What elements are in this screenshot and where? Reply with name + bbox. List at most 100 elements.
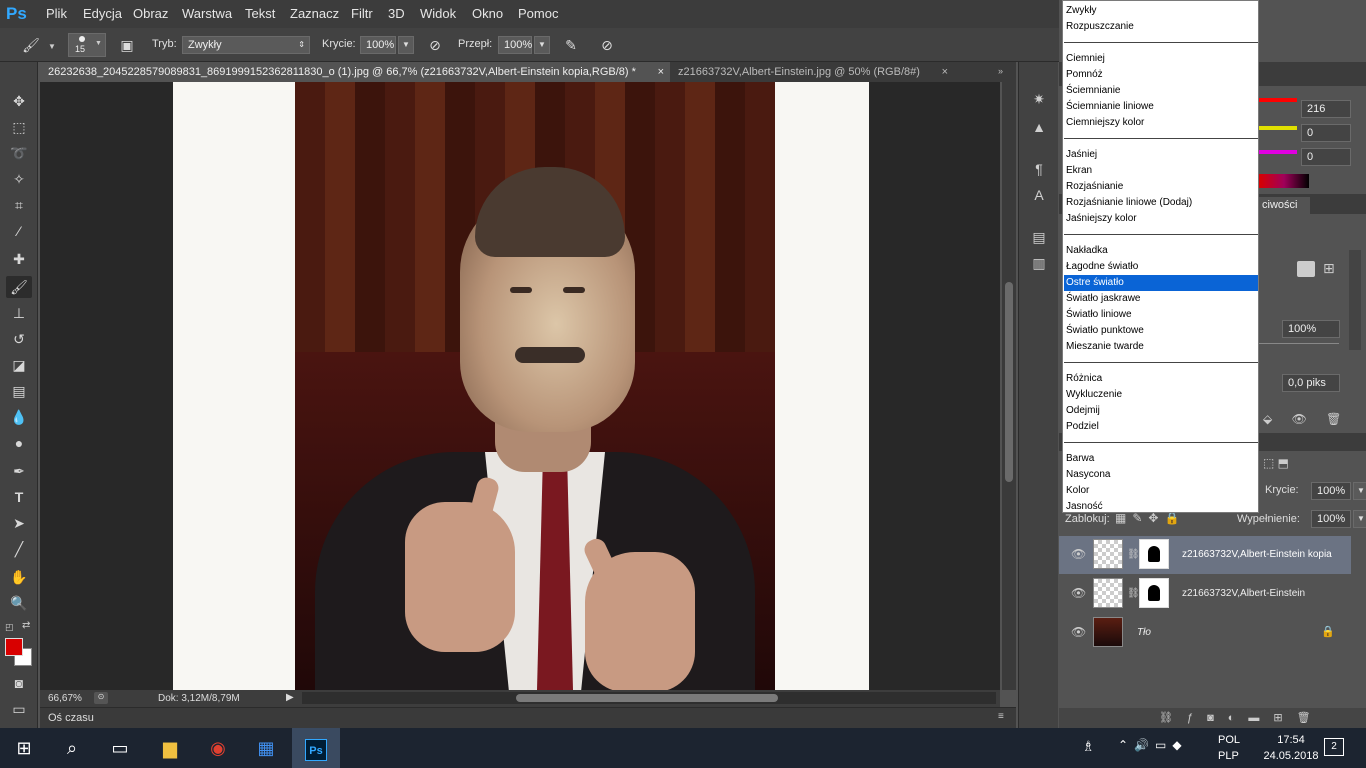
crop-tool-icon[interactable]: ⌗ <box>6 194 32 216</box>
task-view-icon[interactable]: ▭ <box>96 728 144 768</box>
blend-mode-option[interactable]: Rozpuszczanie <box>1064 19 1258 35</box>
blend-mode-option[interactable]: Barwa <box>1064 451 1258 467</box>
screen-mode-icon[interactable]: ▭ <box>6 698 32 720</box>
blend-mode-option[interactable]: Jasność <box>1064 499 1258 515</box>
navigator-icon[interactable]: ✷ <box>1028 88 1050 110</box>
density-slider[interactable] <box>1259 343 1339 344</box>
tab-document-2[interactable]: z21663732V,Albert-Einstein.jpg @ 50% (RG… <box>670 62 970 82</box>
menu-pomoc[interactable]: Pomoc <box>518 0 558 28</box>
vector-mask-icon[interactable]: ⊞ <box>1323 260 1335 277</box>
blend-mode-option[interactable]: Wykluczenie <box>1064 387 1258 403</box>
vertical-scrollbar[interactable] <box>1002 82 1016 690</box>
layer-name[interactable]: z21663732V,Albert-Einstein kopia <box>1182 549 1332 560</box>
input-language[interactable]: POL <box>1218 734 1240 746</box>
visibility-icon[interactable]: 👁 <box>1292 412 1307 426</box>
visibility-eye-icon[interactable]: 👁 <box>1071 626 1086 638</box>
menu-okno[interactable]: Okno <box>472 0 503 28</box>
green-value[interactable]: 0 <box>1301 124 1351 142</box>
swap-colors-icon[interactable]: ⇄ <box>22 620 30 631</box>
properties-scrollbar[interactable] <box>1349 250 1361 350</box>
blend-mode-option[interactable]: Nasycona <box>1064 467 1258 483</box>
timeline-label[interactable]: Oś czasu <box>48 712 94 724</box>
green-slider[interactable] <box>1259 126 1297 130</box>
move-tool-icon[interactable]: ✥ <box>6 90 32 112</box>
feather-value[interactable]: 0,0 piks <box>1282 374 1340 392</box>
zoom-level[interactable]: 66,67% <box>48 693 82 704</box>
search-icon[interactable]: ⌕ <box>48 728 96 768</box>
chrome-icon[interactable]: ◉ <box>194 728 242 768</box>
blend-mode-option[interactable]: Rozjaśnianie <box>1064 179 1258 195</box>
brush-panel-icon[interactable]: ▣ <box>116 34 138 56</box>
dodge-tool-icon[interactable]: ● <box>6 432 32 454</box>
close-icon[interactable]: × <box>942 62 948 82</box>
blend-mode-option[interactable]: Ściemnianie liniowe <box>1064 99 1258 115</box>
color-ramp[interactable] <box>1259 174 1309 188</box>
blend-mode-option[interactable]: Światło liniowe <box>1064 307 1258 323</box>
layer-name[interactable]: Tło <box>1137 627 1151 638</box>
pen-tool-icon[interactable]: ✒ <box>6 460 32 482</box>
status-menu-icon[interactable]: ⊙ <box>94 692 108 704</box>
photoshop-taskbar-icon[interactable]: Ps <box>292 728 340 768</box>
blend-mode-option[interactable]: Podziel <box>1064 419 1258 435</box>
layers-opacity-input[interactable]: 100% <box>1311 482 1351 500</box>
menu-edycja[interactable]: Edycja <box>83 0 122 28</box>
layer-name[interactable]: z21663732V,Albert-Einstein <box>1182 588 1305 599</box>
menu-widok[interactable]: Widok <box>420 0 456 28</box>
pixel-mask-icon[interactable] <box>1297 261 1315 277</box>
brush-tool-icon[interactable]: 🖌 <box>6 276 32 298</box>
blend-mode-option[interactable]: Kolor <box>1064 483 1258 499</box>
blend-mode-option[interactable]: Nakładka <box>1064 243 1258 259</box>
quick-mask-icon[interactable]: ◙ <box>6 672 32 694</box>
red-slider[interactable] <box>1259 98 1297 102</box>
blend-mode-option[interactable]: Pomnóż <box>1064 67 1258 83</box>
clock-time[interactable]: 17:54 <box>1266 734 1316 746</box>
layer-mask-thumbnail[interactable] <box>1139 539 1169 569</box>
clone-stamp-tool-icon[interactable]: ⊥ <box>6 302 32 324</box>
link-icon[interactable]: ⛓ <box>1127 588 1140 599</box>
file-explorer-icon[interactable]: ▆ <box>146 728 194 768</box>
brush-tool-preset-icon[interactable]: 🖌 <box>20 34 42 56</box>
flow-input[interactable]: 100% <box>498 36 532 54</box>
blend-mode-option[interactable]: Światło jaskrawe <box>1064 291 1258 307</box>
blend-mode-option[interactable]: Ostre światło <box>1064 275 1258 291</box>
opacity-input[interactable]: 100% <box>360 36 396 54</box>
gradient-tool-icon[interactable]: ▤ <box>6 380 32 402</box>
play-arrow-icon[interactable]: ▶ <box>286 692 294 703</box>
menu-warstwa[interactable]: Warstwa <box>182 0 232 28</box>
horizontal-scrollbar[interactable] <box>302 692 996 704</box>
keyboard-layout[interactable]: PLP <box>1218 750 1239 762</box>
marquee-tool-icon[interactable]: ⬚ <box>6 116 32 138</box>
store-icon[interactable]: ▦ <box>242 728 290 768</box>
menu-tekst[interactable]: Tekst <box>245 0 275 28</box>
foreground-color-swatch[interactable] <box>5 638 23 656</box>
eyedropper-tool-icon[interactable]: ⁄ <box>6 220 32 242</box>
tray-icons[interactable]: ⌃🔊▭◆ <box>1118 738 1188 752</box>
pressure-opacity-icon[interactable]: ⊘ <box>424 34 446 56</box>
people-icon[interactable]: ♗ <box>1082 738 1095 755</box>
clock-date[interactable]: 24.05.2018 <box>1256 750 1326 762</box>
paragraph-icon[interactable]: ¶ <box>1028 158 1050 180</box>
layers-opacity-dropdown[interactable]: ▼ <box>1353 482 1366 500</box>
blue-value[interactable]: 0 <box>1301 148 1351 166</box>
hand-tool-icon[interactable]: ✋ <box>6 566 32 588</box>
history-icon[interactable]: ▤ <box>1028 226 1050 248</box>
vertical-scroll-thumb[interactable] <box>1005 282 1013 482</box>
blend-mode-option[interactable]: Ciemniej <box>1064 51 1258 67</box>
tab-properties[interactable]: ciwości <box>1258 197 1310 214</box>
healing-brush-tool-icon[interactable]: ✚ <box>6 248 32 270</box>
histogram-icon[interactable]: ▲ <box>1028 116 1050 138</box>
blend-mode-option[interactable]: Zwykły <box>1064 3 1258 19</box>
blend-mode-option[interactable]: Odejmij <box>1064 403 1258 419</box>
actions-icon[interactable]: ▥ <box>1028 252 1050 274</box>
canvas-area[interactable] <box>40 82 1016 690</box>
trash-icon[interactable]: 🗑 <box>1326 412 1341 426</box>
blend-mode-option[interactable]: Łagodne światło <box>1064 259 1258 275</box>
blend-mode-option[interactable]: Światło punktowe <box>1064 323 1258 339</box>
brush-size-picker[interactable]: 15 ▼ <box>68 33 106 57</box>
layer-row[interactable]: 👁 ⛓ z21663732V,Albert-Einstein kopia <box>1059 536 1351 574</box>
red-value[interactable]: 216 <box>1301 100 1351 118</box>
blend-mode-option[interactable]: Jaśniejszy kolor <box>1064 211 1258 227</box>
flow-dropdown[interactable]: ▼ <box>534 36 550 54</box>
mask-selection-icon[interactable]: ⬙ <box>1263 412 1272 426</box>
fill-input[interactable]: 100% <box>1311 510 1351 528</box>
